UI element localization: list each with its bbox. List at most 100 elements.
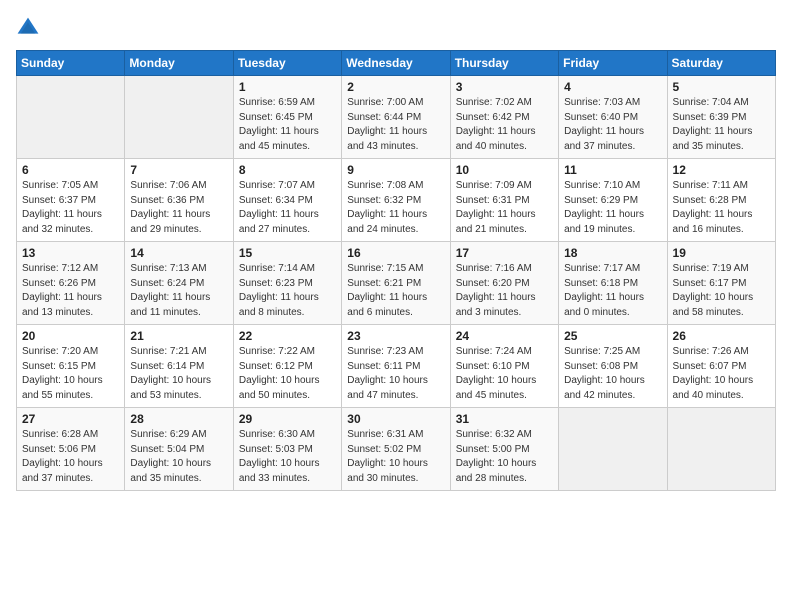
sunrise-text: Sunrise: 6:59 AM: [239, 97, 315, 108]
sunset-text: Sunset: 6:40 PM: [564, 112, 638, 123]
sunrise-text: Sunrise: 7:02 AM: [456, 97, 532, 108]
daylight-text: Daylight: 11 hours and 43 minutes.: [347, 126, 427, 152]
daylight-text: Daylight: 10 hours and 50 minutes.: [239, 375, 320, 401]
weekday-header: Sunday: [17, 51, 125, 76]
daylight-text: Daylight: 11 hours and 40 minutes.: [456, 126, 536, 152]
day-detail: Sunrise: 7:22 AM Sunset: 6:12 PM Daylight:…: [239, 345, 336, 403]
daylight-text: Daylight: 10 hours and 58 minutes.: [673, 292, 754, 318]
daylight-text: Daylight: 11 hours and 8 minutes.: [239, 292, 319, 318]
header: [16, 16, 776, 40]
daylight-text: Daylight: 11 hours and 19 minutes.: [564, 209, 644, 235]
day-number: 18: [564, 246, 661, 260]
calendar-cell: 15Sunrise: 7:14 AMSunset: 6:23 PMDayligh…: [233, 242, 341, 325]
day-detail: Sunrise: 7:24 AMSunset: 6:10 PMDaylight:…: [456, 345, 553, 403]
sunset-text: Sunset: 6:34 PM: [239, 195, 313, 206]
sunset-text: Sunset: 6:12 PM: [239, 361, 313, 372]
day-detail: Sunrise: 7:17 AM Sunset: 6:18 PM Daylight:…: [564, 262, 661, 320]
sunrise-text: Sunrise: 7:16 AM: [456, 263, 532, 274]
day-number: 28: [130, 412, 227, 426]
day-number: 6: [22, 163, 119, 177]
day-detail: Sunrise: 7:16 AM Sunset: 6:20 PM Daylight:…: [456, 262, 553, 320]
daylight-text: Daylight: 11 hours and 11 minutes.: [130, 292, 210, 318]
sunset-text: Sunset: 5:06 PM: [22, 444, 96, 455]
sunset-text: Sunset: 6:44 PM: [347, 112, 421, 123]
day-detail: Sunrise: 7:06 AMSunset: 6:36 PMDaylight:…: [130, 179, 227, 237]
daylight-text: Daylight: 10 hours and 42 minutes.: [564, 375, 645, 401]
sunrise-text: Sunrise: 7:17 AM: [564, 263, 640, 274]
calendar-cell: 31Sunrise: 6:32 AMSunset: 5:00 PMDayligh…: [450, 408, 558, 491]
sunset-text: Sunset: 6:39 PM: [673, 112, 747, 123]
sunset-text: Sunset: 6:14 PM: [130, 361, 204, 372]
sunset-text: Sunset: 6:08 PM: [564, 361, 638, 372]
daylight-text: Daylight: 11 hours and 35 minutes.: [673, 126, 753, 152]
day-detail: Sunrise: 7:05 AMSunset: 6:37 PMDaylight:…: [22, 179, 119, 237]
sunset-text: Sunset: 6:18 PM: [564, 278, 638, 289]
sunrise-text: Sunrise: 7:09 AM: [456, 180, 532, 191]
logo: [16, 16, 44, 40]
day-number: 9: [347, 163, 444, 177]
sunrise-text: Sunrise: 6:30 AM: [239, 429, 315, 440]
daylight-text: Daylight: 11 hours and 24 minutes.: [347, 209, 427, 235]
day-number: 25: [564, 329, 661, 343]
sunset-text: Sunset: 5:02 PM: [347, 444, 421, 455]
day-detail: Sunrise: 7:14 AMSunset: 6:23 PMDaylight:…: [239, 262, 336, 320]
day-number: 14: [130, 246, 227, 260]
day-number: 10: [456, 163, 553, 177]
daylight-text: Daylight: 11 hours and 37 minutes.: [564, 126, 644, 152]
day-number: 4: [564, 80, 661, 94]
weekday-header: Thursday: [450, 51, 558, 76]
sunset-text: Sunset: 6:17 PM: [673, 278, 747, 289]
calendar-cell: 29Sunrise: 6:30 AMSunset: 5:03 PMDayligh…: [233, 408, 341, 491]
sunrise-text: Sunrise: 7:07 AM: [239, 180, 315, 191]
calendar-week-row: 1Sunrise: 6:59 AMSunset: 6:45 PMDaylight…: [17, 76, 776, 159]
calendar-cell: 6 Sunrise: 7:05 AMSunset: 6:37 PMDaylight…: [17, 159, 125, 242]
sunset-text: Sunset: 6:20 PM: [456, 278, 530, 289]
sunset-text: Sunset: 5:03 PM: [239, 444, 313, 455]
calendar-cell: 2Sunrise: 7:00 AMSunset: 6:44 PMDaylight…: [342, 76, 450, 159]
calendar-cell: 22Sunrise: 7:22 AMSunset: 6:12 PMDayligh…: [233, 325, 341, 408]
daylight-text: Daylight: 10 hours and 37 minutes.: [22, 458, 103, 484]
sunset-text: Sunset: 6:36 PM: [130, 195, 204, 206]
daylight-text: Daylight: 10 hours and 40 minutes.: [673, 375, 754, 401]
day-detail: Sunrise: 7:23 AMSunset: 6:11 PMDaylight:…: [347, 345, 444, 403]
sunset-text: Sunset: 6:42 PM: [456, 112, 530, 123]
day-number: 21: [130, 329, 227, 343]
sunset-text: Sunset: 6:11 PM: [347, 361, 420, 372]
day-detail: Sunrise: 7:07 AMSunset: 6:34 PMDaylight:…: [239, 179, 336, 237]
daylight-text: Daylight: 10 hours and 45 minutes.: [456, 375, 537, 401]
sunrise-text: Sunrise: 7:22 AM: [239, 346, 315, 357]
daylight-text: Daylight: 10 hours and 53 minutes.: [130, 375, 211, 401]
day-number: 26: [673, 329, 770, 343]
sunset-text: Sunset: 6:23 PM: [239, 278, 313, 289]
sunrise-text: Sunrise: 6:31 AM: [347, 429, 423, 440]
daylight-text: Daylight: 11 hours and 32 minutes.: [22, 209, 102, 235]
daylight-text: Daylight: 11 hours and 3 minutes.: [456, 292, 536, 318]
day-number: 3: [456, 80, 553, 94]
sunrise-text: Sunrise: 7:12 AM: [22, 263, 98, 274]
day-number: 13: [22, 246, 119, 260]
calendar-week-row: 13Sunrise: 7:12 AMSunset: 6:26 PMDayligh…: [17, 242, 776, 325]
day-number: 16: [347, 246, 444, 260]
calendar-cell: 20Sunrise: 7:20 AMSunset: 6:15 PMDayligh…: [17, 325, 125, 408]
weekday-header: Friday: [559, 51, 667, 76]
sunset-text: Sunset: 6:15 PM: [22, 361, 96, 372]
weekday-header: Saturday: [667, 51, 775, 76]
calendar-cell: 5Sunrise: 7:04 AMSunset: 6:39 PMDaylight…: [667, 76, 775, 159]
sunset-text: Sunset: 6:24 PM: [130, 278, 204, 289]
daylight-text: Daylight: 11 hours and 0 minutes.: [564, 292, 644, 318]
daylight-text: Daylight: 11 hours and 13 minutes.: [22, 292, 102, 318]
day-number: 23: [347, 329, 444, 343]
sunrise-text: Sunrise: 7:13 AM: [130, 263, 206, 274]
day-number: 17: [456, 246, 553, 260]
calendar-cell: 3 Sunrise: 7:02 AM Sunset: 6:42 PM Daylight…: [450, 76, 558, 159]
calendar-cell: 4Sunrise: 7:03 AMSunset: 6:40 PMDaylight…: [559, 76, 667, 159]
weekday-header: Wednesday: [342, 51, 450, 76]
day-detail: Sunrise: 7:20 AMSunset: 6:15 PMDaylight:…: [22, 345, 119, 403]
sunrise-text: Sunrise: 7:08 AM: [347, 180, 423, 191]
sunset-text: Sunset: 6:45 PM: [239, 112, 313, 123]
daylight-text: Daylight: 10 hours and 47 minutes.: [347, 375, 428, 401]
sunrise-text: Sunrise: 7:15 AM: [347, 263, 423, 274]
day-detail: Sunrise: 7:13 AM Sunset: 6:24 PM Daylight:…: [130, 262, 227, 320]
day-number: 11: [564, 163, 661, 177]
calendar-cell: 30Sunrise: 6:31 AMSunset: 5:02 PMDayligh…: [342, 408, 450, 491]
